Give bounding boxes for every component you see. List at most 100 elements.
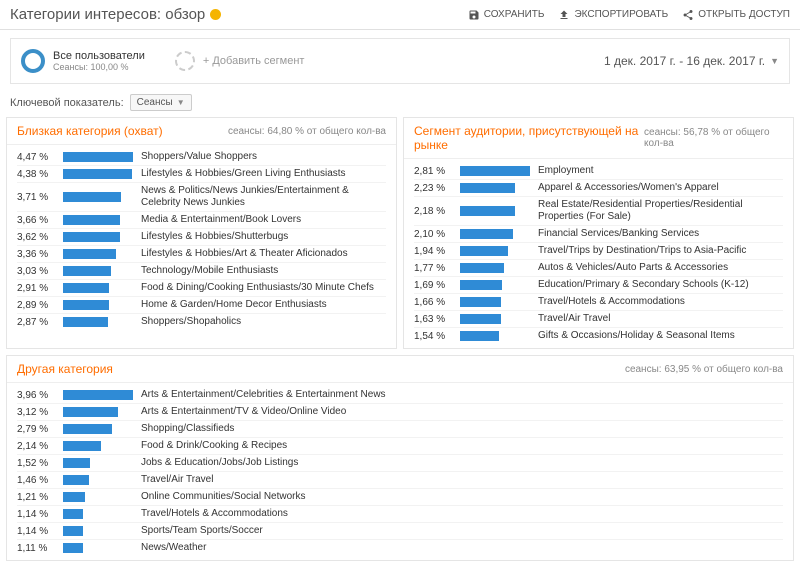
percent-value: 2,18 % xyxy=(414,206,460,217)
percent-value: 2,79 % xyxy=(17,424,63,435)
row-label: Financial Services/Banking Services xyxy=(538,228,783,240)
bar-wrap xyxy=(63,424,133,434)
table-row[interactable]: 3,96 %Arts & Entertainment/Celebrities &… xyxy=(17,387,783,404)
add-segment-label: + Добавить сегмент xyxy=(203,55,305,67)
table-row[interactable]: 1,66 %Travel/Hotels & Accommodations xyxy=(414,294,783,311)
bar xyxy=(460,331,499,341)
table-row[interactable]: 1,11 %News/Weather xyxy=(17,540,783,556)
bar xyxy=(63,249,116,259)
inmarket-rows: 2,81 %Employment2,23 %Apparel & Accessor… xyxy=(404,159,793,348)
row-label: Shoppers/Shopaholics xyxy=(141,316,386,328)
export-button[interactable]: ЭКСПОРТИРОВАТЬ xyxy=(558,9,668,21)
circle-icon xyxy=(21,49,45,73)
bar-wrap xyxy=(460,183,530,193)
row-label: Arts & Entertainment/TV & Video/Online V… xyxy=(141,406,783,418)
percent-value: 1,52 % xyxy=(17,458,63,469)
row-label: Sports/Team Sports/Soccer xyxy=(141,525,783,537)
row-label: Shoppers/Value Shoppers xyxy=(141,151,386,163)
affinity-rows: 4,47 % Shoppers/Value Shoppers 4,38 %Lifes… xyxy=(7,145,396,334)
table-row[interactable]: 1,52 %Jobs & Education/Jobs/Job Listings xyxy=(17,455,783,472)
bar-wrap xyxy=(63,249,133,259)
table-row[interactable]: 2,87 % Shoppers/Shopaholics xyxy=(17,314,386,330)
bar xyxy=(460,229,513,239)
table-row[interactable]: 1,94 %Travel/Trips by Destination/Trips … xyxy=(414,243,783,260)
table-row[interactable]: 1,63 %Travel/Air Travel xyxy=(414,311,783,328)
table-row[interactable]: 1,46 %Travel/Air Travel xyxy=(17,472,783,489)
metric-select[interactable]: Сеансы ▼ xyxy=(130,94,192,111)
other-title[interactable]: Другая категория xyxy=(17,362,113,376)
segment-label: Все пользователи xyxy=(53,50,145,62)
share-button[interactable]: ОТКРЫТЬ ДОСТУП xyxy=(682,9,790,21)
bar xyxy=(63,192,121,202)
percent-value: 4,47 % xyxy=(17,152,63,163)
percent-value: 3,71 % xyxy=(17,192,63,203)
table-row[interactable]: 2,79 % Shopping/Classifieds xyxy=(17,421,783,438)
row-label: Arts & Entertainment/Celebrities & Enter… xyxy=(141,389,783,401)
segment-sub: Сеансы: 100,00 % xyxy=(53,62,145,72)
percent-value: 3,12 % xyxy=(17,407,63,418)
table-row[interactable]: 3,66 %Media & Entertainment/Book Lovers xyxy=(17,212,386,229)
percent-value: 2,87 % xyxy=(17,317,63,328)
table-row[interactable]: 1,21 %Online Communities/Social Networks xyxy=(17,489,783,506)
row-label: Lifestyles & Hobbies/Art & Theater Afici… xyxy=(141,248,386,260)
date-range-picker[interactable]: 1 дек. 2017 г. - 16 дек. 2017 г. ▼ xyxy=(604,54,779,68)
bar-wrap xyxy=(63,509,133,519)
table-row[interactable]: 1,69 %Education/Primary & Secondary Scho… xyxy=(414,277,783,294)
row-label: Online Communities/Social Networks xyxy=(141,491,783,503)
bar-wrap xyxy=(460,314,530,324)
bar-wrap xyxy=(460,246,530,256)
bar xyxy=(63,266,111,276)
table-row[interactable]: 2,91 %Food & Dining/Cooking Enthusiasts/… xyxy=(17,280,386,297)
header-actions: СОХРАНИТЬ ЭКСПОРТИРОВАТЬ ОТКРЫТЬ ДОСТУП xyxy=(468,9,790,21)
table-row[interactable]: 2,89 % Home & Garden/Home Decor Enthusias… xyxy=(17,297,386,314)
table-row[interactable]: 3,36 %Lifestyles & Hobbies/Art & Theater… xyxy=(17,246,386,263)
affinity-sub: сеансы: 64,80 % от общего кол-ва xyxy=(228,126,386,137)
bar xyxy=(63,441,101,451)
table-row[interactable]: 3,12 % Arts & Entertainment/TV & Video/On… xyxy=(17,404,783,421)
save-button[interactable]: СОХРАНИТЬ xyxy=(468,9,545,21)
share-icon xyxy=(682,9,694,21)
other-sub: сеансы: 63,95 % от общего кол-ва xyxy=(625,364,783,375)
percent-value: 2,89 % xyxy=(17,300,63,311)
table-row[interactable]: 4,38 %Lifestyles & Hobbies/Green Living … xyxy=(17,166,386,183)
table-row[interactable]: 3,03 %Technology/Mobile Enthusiasts xyxy=(17,263,386,280)
table-row[interactable]: 2,18 %Real Estate/Residential Properties… xyxy=(414,197,783,226)
row-label: Home & Garden/Home Decor Enthusiasts xyxy=(141,299,386,311)
row-label: Apparel & Accessories/Women's Apparel xyxy=(538,182,783,194)
inmarket-title[interactable]: Сегмент аудитории, присутствующей на рын… xyxy=(414,124,644,152)
bar xyxy=(460,246,508,256)
table-row[interactable]: 1,77 %Autos & Vehicles/Auto Parts & Acce… xyxy=(414,260,783,277)
percent-value: 2,10 % xyxy=(414,229,460,240)
table-row[interactable]: 3,71 % News & Politics/News Junkies/Enter… xyxy=(17,183,386,212)
row-label: Media & Entertainment/Book Lovers xyxy=(141,214,386,226)
bar xyxy=(63,317,108,327)
bar xyxy=(460,314,501,324)
bar xyxy=(63,215,120,225)
bar-wrap xyxy=(63,152,133,162)
bar-wrap xyxy=(460,166,530,176)
caret-down-icon: ▼ xyxy=(177,98,185,107)
table-row[interactable]: 2,81 %Employment xyxy=(414,163,783,180)
bar xyxy=(63,232,120,242)
inmarket-panel: Сегмент аудитории, присутствующей на рын… xyxy=(403,117,794,349)
bar-wrap xyxy=(63,300,133,310)
table-row[interactable]: 2,14 %Food & Drink/Cooking & Recipes xyxy=(17,438,783,455)
add-circle-icon xyxy=(175,51,195,71)
table-row[interactable]: 1,54 %Gifts & Occasions/Holiday & Season… xyxy=(414,328,783,344)
percent-value: 2,91 % xyxy=(17,283,63,294)
table-row[interactable]: 2,10 % Financial Services/Banking Service… xyxy=(414,226,783,243)
add-segment-button[interactable]: + Добавить сегмент xyxy=(175,51,305,71)
percent-value: 3,62 % xyxy=(17,232,63,243)
row-label: News & Politics/News Junkies/Entertainme… xyxy=(141,185,386,209)
table-row[interactable]: 4,47 % Shoppers/Value Shoppers xyxy=(17,149,386,166)
segment-all-users[interactable]: Все пользователи Сеансы: 100,00 % xyxy=(21,49,145,73)
table-row[interactable]: 3,62 %Lifestyles & Hobbies/Shutterbugs xyxy=(17,229,386,246)
affinity-title[interactable]: Близкая категория (охват) xyxy=(17,124,163,138)
table-row[interactable]: 1,14 %Sports/Team Sports/Soccer xyxy=(17,523,783,540)
table-row[interactable]: 2,23 %Apparel & Accessories/Women's Appa… xyxy=(414,180,783,197)
bar-wrap xyxy=(63,317,133,327)
table-row[interactable]: 1,14 %Travel/Hotels & Accommodations xyxy=(17,506,783,523)
bar xyxy=(63,390,133,400)
row-label: Shopping/Classifieds xyxy=(141,423,783,435)
caret-down-icon: ▼ xyxy=(770,56,779,66)
